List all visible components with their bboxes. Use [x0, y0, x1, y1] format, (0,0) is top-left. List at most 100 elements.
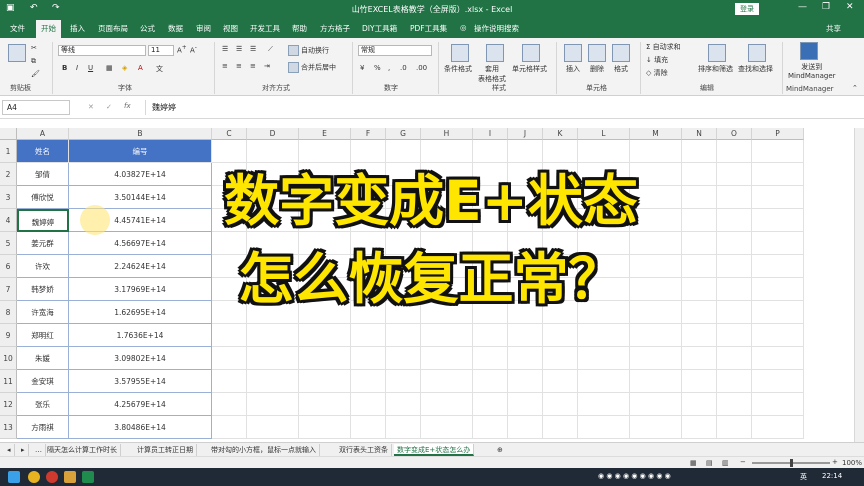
- send-mindmanager-button[interactable]: 发送到 MindManager: [788, 62, 836, 80]
- tab-data[interactable]: 数据: [168, 23, 183, 34]
- grid-cell[interactable]: [421, 370, 473, 393]
- grid-cell[interactable]: [473, 393, 508, 416]
- border-icon[interactable]: ▦: [106, 64, 113, 72]
- zoom-level[interactable]: 100%: [842, 459, 862, 467]
- grid-cell[interactable]: [386, 416, 421, 439]
- id-cell[interactable]: 4.56697E+14: [69, 232, 212, 255]
- id-cell[interactable]: 3.80486E+14: [69, 416, 212, 439]
- grid-cell[interactable]: [630, 140, 682, 163]
- tab-pdf-tools[interactable]: PDF工具集: [410, 23, 447, 34]
- row-header[interactable]: 13: [0, 416, 17, 439]
- grid-cell[interactable]: [630, 370, 682, 393]
- column-header[interactable]: P: [752, 128, 804, 140]
- grid-cell[interactable]: [247, 416, 299, 439]
- grid-cell[interactable]: [386, 370, 421, 393]
- column-header[interactable]: M: [630, 128, 682, 140]
- row-header[interactable]: 2: [0, 163, 17, 186]
- font-color-icon[interactable]: A: [138, 64, 143, 72]
- row-header[interactable]: 5: [0, 232, 17, 255]
- column-header[interactable]: I: [473, 128, 508, 140]
- grid-cell[interactable]: [386, 140, 421, 163]
- grid-cell[interactable]: [682, 370, 717, 393]
- grid-cell[interactable]: [752, 186, 804, 209]
- cell-style-button[interactable]: 单元格样式: [512, 64, 547, 74]
- start-icon[interactable]: [8, 471, 20, 483]
- grid-cell[interactable]: [682, 347, 717, 370]
- grid-cell[interactable]: [212, 416, 247, 439]
- name-cell[interactable]: 郑明红: [17, 324, 69, 347]
- grid-cell[interactable]: [682, 186, 717, 209]
- name-cell[interactable]: 许欢: [17, 255, 69, 278]
- grid-cell[interactable]: [717, 140, 752, 163]
- vertical-scrollbar[interactable]: [854, 128, 864, 442]
- grid-cell[interactable]: [351, 370, 386, 393]
- column-header[interactable]: E: [299, 128, 351, 140]
- select-all-corner[interactable]: [0, 128, 17, 140]
- add-sheet-button[interactable]: ⊕: [494, 444, 506, 456]
- grid-cell[interactable]: [682, 324, 717, 347]
- enter-icon[interactable]: ✓: [106, 103, 112, 111]
- increase-decimal-icon[interactable]: .0: [400, 64, 407, 72]
- grid-cell[interactable]: [752, 140, 804, 163]
- grid-cell[interactable]: [752, 232, 804, 255]
- grid-cell[interactable]: [717, 209, 752, 232]
- column-header[interactable]: B: [69, 128, 212, 140]
- grid-cell[interactable]: [299, 370, 351, 393]
- grid-cell[interactable]: [752, 301, 804, 324]
- delete-cells-button[interactable]: 删除: [590, 64, 604, 74]
- page-break-view-icon[interactable]: ▥: [722, 459, 729, 467]
- currency-icon[interactable]: ¥: [360, 64, 364, 72]
- grid-cell[interactable]: [717, 324, 752, 347]
- grid-cell[interactable]: [247, 324, 299, 347]
- find-select-button[interactable]: 查找和选择: [738, 64, 773, 74]
- grid-cell[interactable]: [630, 347, 682, 370]
- grid-cell[interactable]: [578, 140, 630, 163]
- number-format-select[interactable]: 常规: [358, 45, 432, 56]
- paste-icon[interactable]: [8, 44, 26, 62]
- row-header[interactable]: 10: [0, 347, 17, 370]
- name-cell[interactable]: 朱媛: [17, 347, 69, 370]
- column-header[interactable]: J: [508, 128, 543, 140]
- grid-cell[interactable]: [212, 393, 247, 416]
- underline-icon[interactable]: U: [88, 64, 93, 72]
- grid-cell[interactable]: [717, 347, 752, 370]
- zoom-in-icon[interactable]: +: [832, 458, 838, 466]
- grid-cell[interactable]: [682, 209, 717, 232]
- tab-review[interactable]: 审阅: [196, 23, 211, 34]
- grid-cell[interactable]: [299, 347, 351, 370]
- grid-cell[interactable]: [299, 393, 351, 416]
- grid-cell[interactable]: [508, 140, 543, 163]
- grid-cell[interactable]: [752, 416, 804, 439]
- id-cell[interactable]: 3.57955E+14: [69, 370, 212, 393]
- clock[interactable]: 22:14: [822, 472, 842, 480]
- name-cell[interactable]: 邹倩: [17, 163, 69, 186]
- grid-cell[interactable]: [247, 347, 299, 370]
- grid-cell[interactable]: [508, 347, 543, 370]
- conditional-format-button[interactable]: 条件格式: [444, 64, 472, 74]
- grid-cell[interactable]: [421, 324, 473, 347]
- conditional-format-icon[interactable]: [451, 44, 469, 62]
- grid-cell[interactable]: [299, 324, 351, 347]
- orientation-icon[interactable]: ⟋: [268, 45, 273, 54]
- grid-cell[interactable]: [543, 347, 578, 370]
- align-bottom-icon[interactable]: ☰: [250, 45, 256, 53]
- grid-cell[interactable]: [752, 209, 804, 232]
- formula-input[interactable]: 魏婷婷: [145, 100, 845, 115]
- tray-icons[interactable]: ◉ ◉ ◉ ◉ ◉ ◉ ◉ ◉ ◉: [598, 472, 671, 480]
- decrease-decimal-icon[interactable]: .00: [416, 64, 427, 72]
- minimize-button[interactable]: —: [798, 2, 807, 12]
- grid-cell[interactable]: [717, 278, 752, 301]
- tab-formulas[interactable]: 公式: [140, 23, 155, 34]
- grid-cell[interactable]: [247, 370, 299, 393]
- browser-icon[interactable]: [28, 471, 40, 483]
- grid-cell[interactable]: [682, 140, 717, 163]
- share-button[interactable]: 共享: [826, 23, 841, 34]
- row-header[interactable]: 4: [0, 209, 17, 232]
- grid-cell[interactable]: [351, 324, 386, 347]
- align-top-icon[interactable]: ☰: [222, 45, 228, 53]
- wrap-text-button[interactable]: 自动换行: [288, 45, 329, 56]
- id-cell[interactable]: 3.17969E+14: [69, 278, 212, 301]
- mindmanager-icon[interactable]: [800, 42, 818, 60]
- sort-filter-icon[interactable]: [708, 44, 726, 62]
- grid-cell[interactable]: [543, 324, 578, 347]
